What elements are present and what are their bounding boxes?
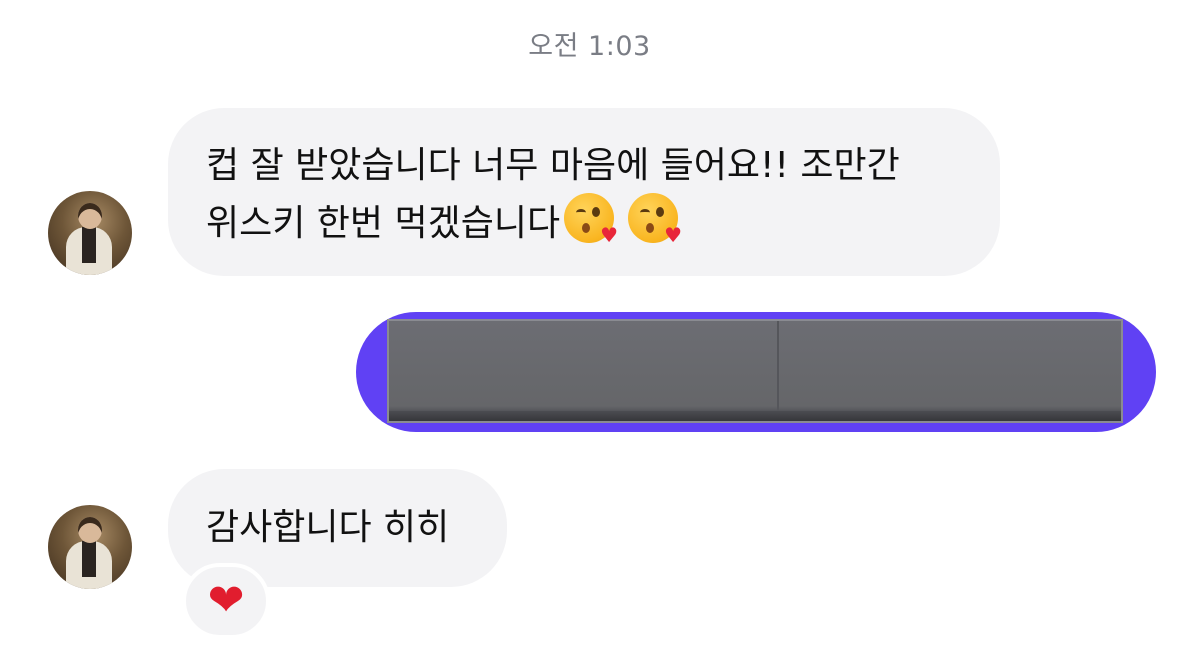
image-shadow [389,411,1121,421]
avatar[interactable] [48,505,132,589]
message-text: 감사합니다 히히 [206,507,450,548]
kissing-face-heart-icon: ♥ [564,193,618,245]
avatar[interactable] [48,191,132,275]
avatar-figure-head [78,203,102,229]
image-attachment[interactable] [387,319,1123,423]
reaction-badge[interactable]: ❤ [182,563,270,639]
message-text-line-2-text: 위스키 한번 먹겠습니다 [206,203,561,244]
avatar-figure-scarf [82,541,96,577]
message-text-line-2: 위스키 한번 먹겠습니다 ♥ ♥ [206,193,970,251]
incoming-message-bubble[interactable]: 컵 잘 받았습니다 너무 마음에 들어요!! 조만간 위스키 한번 먹겠습니다 ♥… [168,108,1000,276]
message-timestamp: 오전 1:03 [528,31,651,62]
kissing-face-heart-icon: ♥ [628,193,682,245]
message-text-line-1: 컵 잘 받았습니다 너무 마음에 들어요!! 조만간 [206,145,900,186]
avatar-figure-scarf [82,227,96,263]
avatar-figure-head [78,517,102,543]
heart-icon: ❤ [207,575,245,626]
image-seam [777,321,779,421]
